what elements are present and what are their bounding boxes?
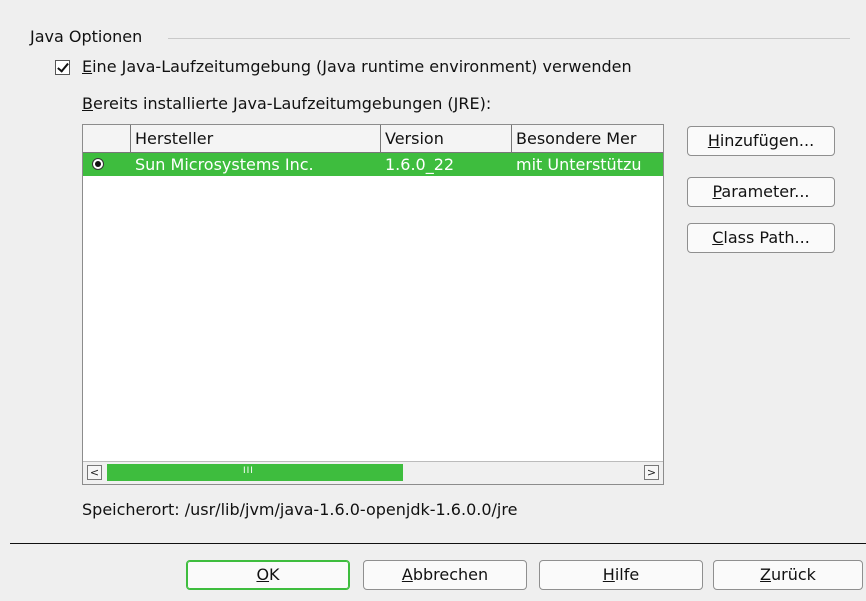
mnemonic: O bbox=[256, 565, 270, 584]
label-text: ine Java-Laufzeitumgebung (Java runtime … bbox=[92, 57, 632, 76]
cancel-button[interactable]: Abbrechen bbox=[363, 560, 527, 590]
button-label: ilfe bbox=[614, 565, 640, 584]
mnemonic: H bbox=[602, 565, 615, 584]
cell-features: mit Unterstützu bbox=[516, 155, 642, 174]
table-row[interactable]: Sun Microsystems Inc. 1.6.0_22 mit Unter… bbox=[83, 153, 663, 176]
mnemonic: C bbox=[712, 228, 724, 247]
class-path-button[interactable]: Class Path... bbox=[687, 223, 835, 253]
button-label: inzufügen... bbox=[719, 131, 815, 150]
group-divider bbox=[168, 38, 850, 39]
button-label: arameter... bbox=[721, 182, 810, 201]
scroll-left-icon[interactable]: < bbox=[87, 465, 102, 480]
scroll-right-icon[interactable]: > bbox=[644, 465, 659, 480]
group-title: Java Optionen bbox=[30, 27, 143, 46]
horizontal-scrollbar[interactable]: < III > bbox=[83, 461, 663, 484]
mnemonic: Z bbox=[760, 565, 772, 584]
add-button[interactable]: Hinzufügen... bbox=[687, 126, 835, 156]
scrollbar-grip: III bbox=[243, 466, 254, 476]
button-label: K bbox=[269, 565, 280, 584]
mnemonic: B bbox=[82, 94, 93, 113]
mnemonic: E bbox=[82, 57, 93, 76]
jre-location-text: Speicherort: /usr/lib/jvm/java-1.6.0-ope… bbox=[82, 500, 518, 519]
use-jre-checkbox-label[interactable]: Eine Java-Laufzeitumgebung (Java runtime… bbox=[82, 57, 632, 76]
parameter-button[interactable]: Parameter... bbox=[687, 177, 835, 207]
ok-button[interactable]: OK bbox=[186, 560, 350, 590]
column-header-vendor[interactable]: Hersteller bbox=[131, 125, 381, 152]
help-button[interactable]: Hilfe bbox=[539, 560, 703, 590]
column-header-version[interactable]: Version bbox=[381, 125, 512, 152]
cell-vendor: Sun Microsystems Inc. bbox=[135, 155, 314, 174]
cell-version: 1.6.0_22 bbox=[385, 155, 455, 174]
button-label: urück bbox=[771, 565, 816, 584]
back-button[interactable]: Zurück bbox=[713, 560, 863, 590]
column-header-select[interactable] bbox=[83, 125, 131, 152]
mnemonic: H bbox=[707, 131, 720, 150]
jre-table[interactable]: Hersteller Version Besondere Mer Sun Mic… bbox=[82, 124, 664, 485]
label-text: ereits installierte Java-Laufzeitumgebun… bbox=[92, 94, 492, 113]
installed-jre-label: Bereits installierte Java-Laufzeitumgebu… bbox=[82, 94, 491, 113]
scrollbar-thumb[interactable]: III bbox=[107, 464, 403, 481]
use-jre-checkbox[interactable] bbox=[55, 60, 70, 75]
column-header-features[interactable]: Besondere Mer bbox=[512, 125, 663, 152]
button-label: lass Path... bbox=[723, 228, 810, 247]
table-header: Hersteller Version Besondere Mer bbox=[83, 125, 663, 153]
dialog-separator bbox=[10, 543, 866, 544]
row-radio-selected[interactable] bbox=[92, 158, 104, 170]
button-label: bbrechen bbox=[412, 565, 489, 584]
mnemonic: A bbox=[401, 565, 413, 584]
